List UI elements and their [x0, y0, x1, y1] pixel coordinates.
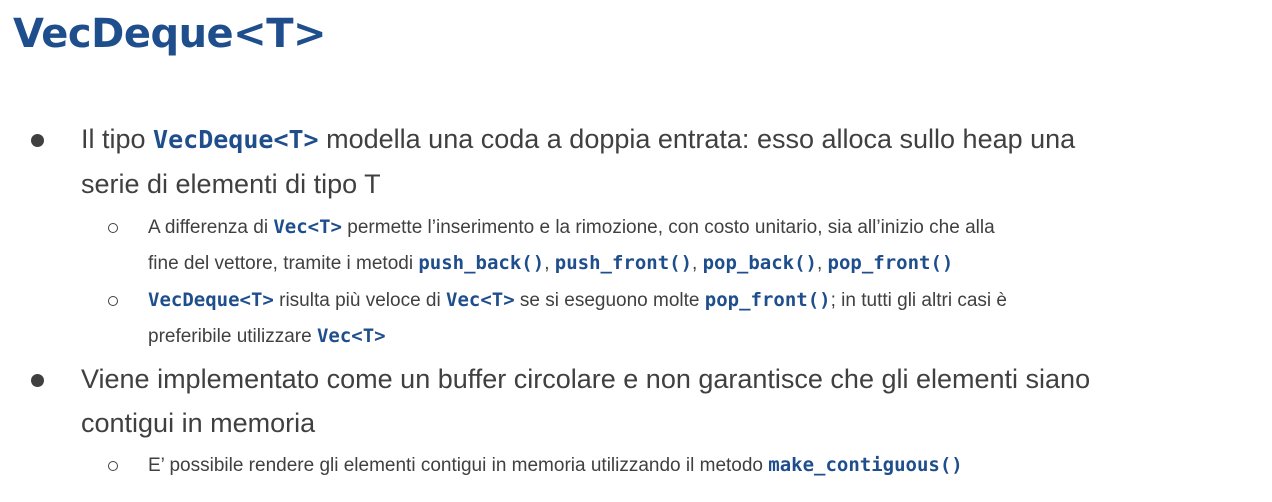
code-vecdeque: VecDeque<T> — [153, 125, 319, 154]
bullet-dot — [31, 134, 44, 147]
sub-bullet-2-1-line-1: E’ possibile rendere gli elementi contig… — [148, 448, 1258, 483]
text: risulta più veloce di — [273, 290, 446, 311]
text: permette l’inserimento e la rimozione, c… — [342, 217, 995, 238]
text: ; in tutti gli altri casi è — [830, 290, 1007, 311]
code-make-contiguous: make_contiguous() — [768, 454, 963, 476]
code-vec: Vec<T> — [273, 216, 342, 238]
text: se si eseguono molte — [514, 290, 705, 311]
text: Viene implementato come un buffer circol… — [81, 364, 1091, 394]
text: E’ possibile rendere gli elementi contig… — [148, 455, 769, 476]
sub-bullet-1-1-line-1: A differenza di Vec<T> permette l’inseri… — [148, 210, 1258, 245]
separator: , — [692, 253, 703, 274]
sub-bullet-1-2-line-1: VecDeque<T> risulta più veloce di Vec<T>… — [148, 283, 1258, 318]
code-vec: Vec<T> — [316, 325, 386, 347]
bullet-1-line-1: Il tipo VecDeque<T> modella una coda a d… — [81, 118, 1251, 161]
text: fine del vettore, tramite i metodi — [148, 253, 419, 274]
sub-bullet-ring — [108, 223, 118, 233]
bullet-1-line-2: serie di elementi di tipo T — [81, 163, 1251, 205]
bullet-2-line-2: contigui in memoria — [81, 402, 1251, 444]
bullet-2-line-1: Viene implementato come un buffer circol… — [81, 358, 1251, 400]
sub-bullet-ring — [108, 461, 118, 471]
code-vec: Vec<T> — [446, 289, 515, 311]
sub-bullet-1-1-line-2: fine del vettore, tramite i metodi push_… — [148, 246, 1258, 281]
slide-title: VecDeque<T> — [13, 11, 327, 57]
bullet-dot — [31, 374, 44, 387]
sub-bullet-ring — [108, 296, 118, 306]
sub-bullet-1-2-line-2: preferibile utilizzare Vec<T> — [148, 319, 1258, 354]
separator: , — [544, 253, 555, 274]
text: preferibile utilizzare — [148, 326, 317, 347]
separator: , — [816, 253, 828, 274]
code-push-front: push_front() — [554, 252, 693, 274]
code-push-back: push_back() — [418, 252, 545, 274]
code-vecdeque: VecDeque<T> — [148, 289, 274, 311]
text: A differenza di — [148, 217, 274, 238]
text: serie di elementi di tipo T — [81, 169, 381, 199]
code-pop-front: pop_front() — [827, 252, 954, 274]
code-pop-front: pop_front() — [704, 289, 831, 311]
text: contigui in memoria — [81, 408, 316, 438]
code-pop-back: pop_back() — [702, 252, 817, 274]
text: Il tipo — [81, 124, 154, 154]
text: modella una coda a doppia entrata: esso … — [318, 124, 1076, 154]
